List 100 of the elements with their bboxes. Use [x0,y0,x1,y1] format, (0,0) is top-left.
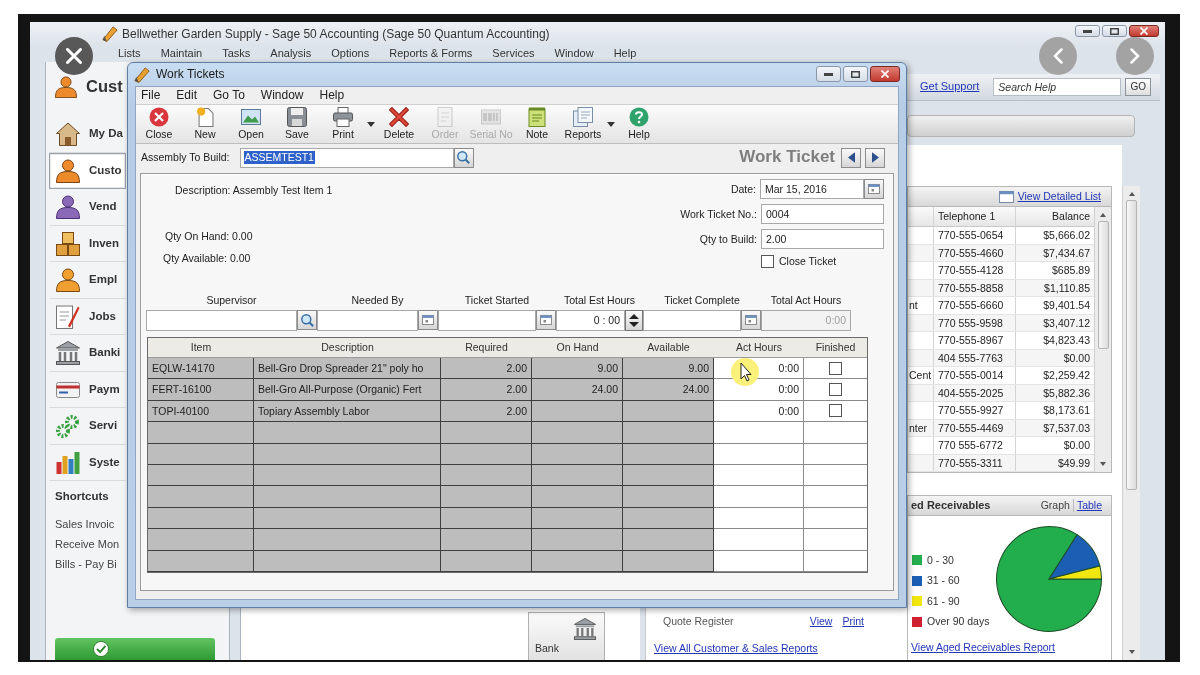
report-link[interactable]: View All Customer & Sales Reports [654,642,818,655]
checkbox[interactable] [829,383,842,397]
calendar-button[interactable] [741,310,761,330]
panel-title: ed Receivables [911,498,991,513]
toolbar-button[interactable]: Note [514,105,560,143]
printer-icon [333,107,353,128]
nav-item[interactable]: Custo [49,152,126,189]
toolbar-button[interactable]: Reports [560,105,616,143]
toolbar-button[interactable]: Open [228,105,274,143]
toolbar-button[interactable]: Help [616,105,662,143]
chevron-left-icon [1053,48,1063,64]
table-cell-text: $7,434.67 [1042,245,1091,261]
menu-item[interactable]: Analysis [270,47,312,61]
menu-item[interactable]: Help [319,88,345,103]
menu-item[interactable]: Edit [176,88,198,103]
toolbar-button[interactable]: New [182,105,228,143]
input-field[interactable]: 2.00 [761,229,884,249]
report-link[interactable]: View Aged Receivables Report [911,641,1055,654]
shortcut-link[interactable]: Sales Invoic [55,514,115,534]
table-cell: EQLW-14170 [148,358,254,380]
checkbox-label: Close Ticket [779,254,837,268]
info-text: Qty On Hand: 0.00 [165,230,253,243]
input-field[interactable]: 0004 [761,204,884,224]
nav-item[interactable]: Empl [49,262,126,299]
scrollbar[interactable] [1094,207,1111,472]
menu-item[interactable]: Go To [213,88,245,103]
field-label: Ticket Started [464,293,530,308]
bank-tile[interactable]: Bank [528,612,605,660]
view-tab[interactable]: Graph [1037,499,1073,512]
table-cell-text: $8,173.61 [1042,403,1091,418]
toolbar-button[interactable]: Delete [376,105,422,143]
pencil-icon [102,26,118,42]
checkbox[interactable] [829,361,842,375]
view-tab[interactable]: Table [1072,499,1105,512]
legend-label: 31 - 60 [927,574,960,588]
menu-item[interactable]: Services [492,47,535,61]
toolbar-button[interactable]: Print [320,105,376,143]
menu-item[interactable]: Maintain [160,47,203,61]
report-link[interactable]: Print [842,614,864,628]
maximize-button[interactable] [1102,25,1127,37]
menu-item[interactable]: Help [613,47,637,61]
lookup-button[interactable] [453,147,474,168]
person-icon [55,76,77,98]
table-cell: Bell-Gro Drop Spreader 21" poly ho [254,358,441,380]
nav-item[interactable]: My Da [49,116,126,153]
input-field[interactable] [438,309,536,331]
close-button[interactable] [1129,25,1159,37]
nav-item[interactable]: Banki [49,335,126,372]
table-cell-text: $3,407.12 [1042,315,1091,331]
minimize-button[interactable] [1075,25,1100,37]
calendar-button[interactable] [536,310,556,330]
checkbox[interactable] [829,404,842,418]
boxes-icon [56,231,80,256]
shortcut-link[interactable]: Receive Mon [55,534,120,554]
nav-item[interactable]: Servi [49,408,126,445]
input-field[interactable] [146,309,297,331]
menu-item[interactable]: File [141,88,161,103]
shortcut-link[interactable]: Bills - Pay Bi [55,554,117,574]
nav-item[interactable]: Inven [49,225,126,262]
field-label: Total Act Hours [770,293,842,308]
nav-item[interactable]: Syste [49,444,126,481]
detail-link[interactable]: View Detailed List [1017,190,1101,203]
next-button[interactable] [865,147,885,168]
menu-item[interactable]: Reports & Forms [389,47,473,61]
table-cell: 0:00 [714,379,804,401]
menu-item[interactable]: Window [260,88,304,103]
minimize-button[interactable] [816,66,841,82]
window-title: Work Tickets [156,67,225,82]
calendar-button[interactable] [864,179,884,199]
input-field[interactable] [643,309,741,331]
scrollbar[interactable] [1122,186,1140,660]
caret-icon [607,121,615,127]
toolbar-button[interactable]: Close [136,105,182,143]
nav-item[interactable]: Jobs [49,298,126,335]
input-field[interactable]: ASSEMTEST1 [239,147,454,168]
report-link[interactable]: View [809,614,833,628]
menu-item[interactable]: Window [554,47,594,61]
search-field[interactable]: Search Help [993,78,1122,96]
input-field[interactable]: Mar 15, 2016 [760,179,864,199]
lookup-button[interactable] [297,310,317,330]
table-cell: 0:00 [714,400,804,423]
column-header: Description [320,340,375,355]
calendar-button[interactable] [418,310,438,330]
checkbox[interactable] [761,254,774,268]
maximize-button[interactable] [843,66,868,82]
nav-item[interactable]: Paym [49,371,126,408]
table-cell: 770-555-6660 [934,297,1016,314]
menu-item[interactable]: Tasks [222,47,251,61]
go-button[interactable]: GO [1125,78,1152,96]
support-link[interactable]: Get Support [920,80,980,94]
input-field[interactable]: 0 : 00 [556,309,625,331]
spin-buttons[interactable] [625,309,643,331]
input-field[interactable] [317,309,418,331]
menu-item[interactable]: Options [331,47,370,61]
menu-item[interactable]: Lists [118,47,141,61]
close-button[interactable] [870,66,900,82]
previous-button[interactable] [841,147,861,168]
toolbar-button[interactable]: Save [274,105,320,143]
action-button[interactable] [55,638,215,660]
nav-item[interactable]: Vend [49,189,126,226]
